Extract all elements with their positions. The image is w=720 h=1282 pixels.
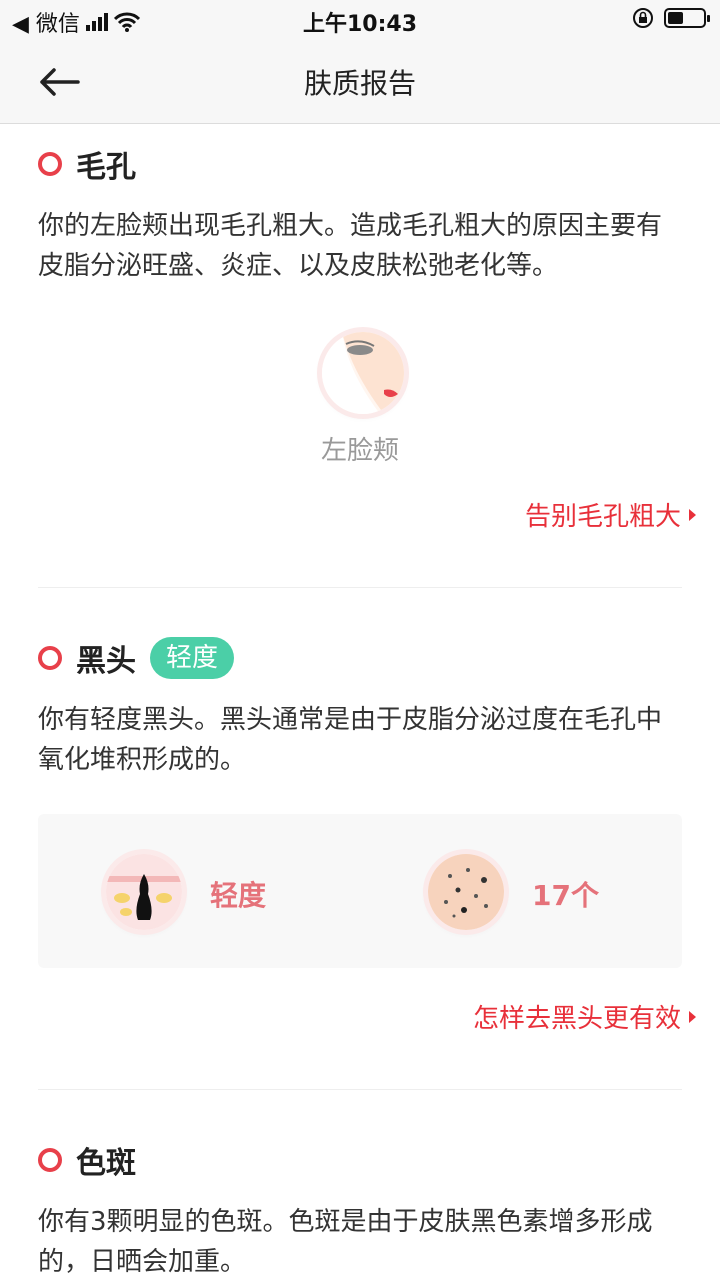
status-time: 上午10:43 [302, 12, 418, 37]
status-bar: ◀ 微信 上午10:43 [0, 0, 720, 40]
pores-description: 你的左脸颊出现毛孔粗大。造成毛孔粗大的原因主要有皮脂分泌旺盛、炎症、以及皮肤松弛… [38, 211, 663, 281]
left-cheek-face-icon [322, 332, 404, 414]
spots-section: 色斑 你有3颗明显的色斑。色斑是由于皮肤黑色素增多形成的，日晒会加重。 [38, 1140, 682, 1282]
nav-bar: 肤质报告 [0, 40, 720, 124]
rotation-lock-icon [633, 8, 653, 28]
circle-bullet-icon [38, 1148, 62, 1172]
blackheads-title: 黑头 [76, 644, 136, 679]
spots-description: 你有3颗明显的色斑。色斑是由于皮肤黑色素增多形成的，日晒会加重。 [38, 1207, 653, 1277]
blackheads-advice-link[interactable]: 怎样去黑头更有效 [473, 998, 696, 1035]
circle-bullet-icon [38, 646, 62, 670]
blackheads-advice-text: 怎样去黑头更有效 [472, 1004, 681, 1034]
page-title: 肤质报告 [303, 67, 416, 100]
status-right [632, 7, 710, 29]
region-label: 左脸颊 [320, 436, 399, 466]
pores-title: 毛孔 [76, 150, 136, 185]
arrow-right-icon [689, 508, 696, 521]
pores-advice-link[interactable]: 告别毛孔粗大 [525, 496, 696, 533]
blackhead-count-icon [428, 854, 504, 930]
spots-header: 色斑 [38, 1140, 682, 1181]
circle-bullet-icon [38, 152, 62, 176]
blackheads-description: 你有轻度黑头。黑头通常是由于皮脂分泌过度在毛孔中氧化堆积形成的。 [38, 705, 663, 775]
pores-header: 毛孔 [38, 144, 682, 185]
pores-section: 毛孔 你的左脸颊出现毛孔粗大。造成毛孔粗大的原因主要有皮脂分泌旺盛、炎症、以及皮… [38, 144, 682, 286]
blackheads-header: 黑头 轻度 [38, 637, 682, 679]
section-divider [38, 587, 682, 588]
pores-advice-text: 告别毛孔粗大 [524, 502, 681, 532]
severity-value: 轻度 [210, 879, 267, 912]
battery-icon [664, 8, 710, 28]
arrow-right-icon [689, 1010, 696, 1023]
section-divider [38, 1089, 682, 1090]
battery-fill [668, 12, 683, 24]
spots-title: 色斑 [76, 1146, 136, 1181]
severity-badge: 轻度 [150, 637, 235, 679]
blackhead-count: 17个 [532, 879, 599, 912]
blackheads-section: 黑头 轻度 你有轻度黑头。黑头通常是由于皮脂分泌过度在毛孔中氧化堆积形成的。 [38, 637, 682, 780]
blackhead-severity-icon [106, 854, 182, 930]
